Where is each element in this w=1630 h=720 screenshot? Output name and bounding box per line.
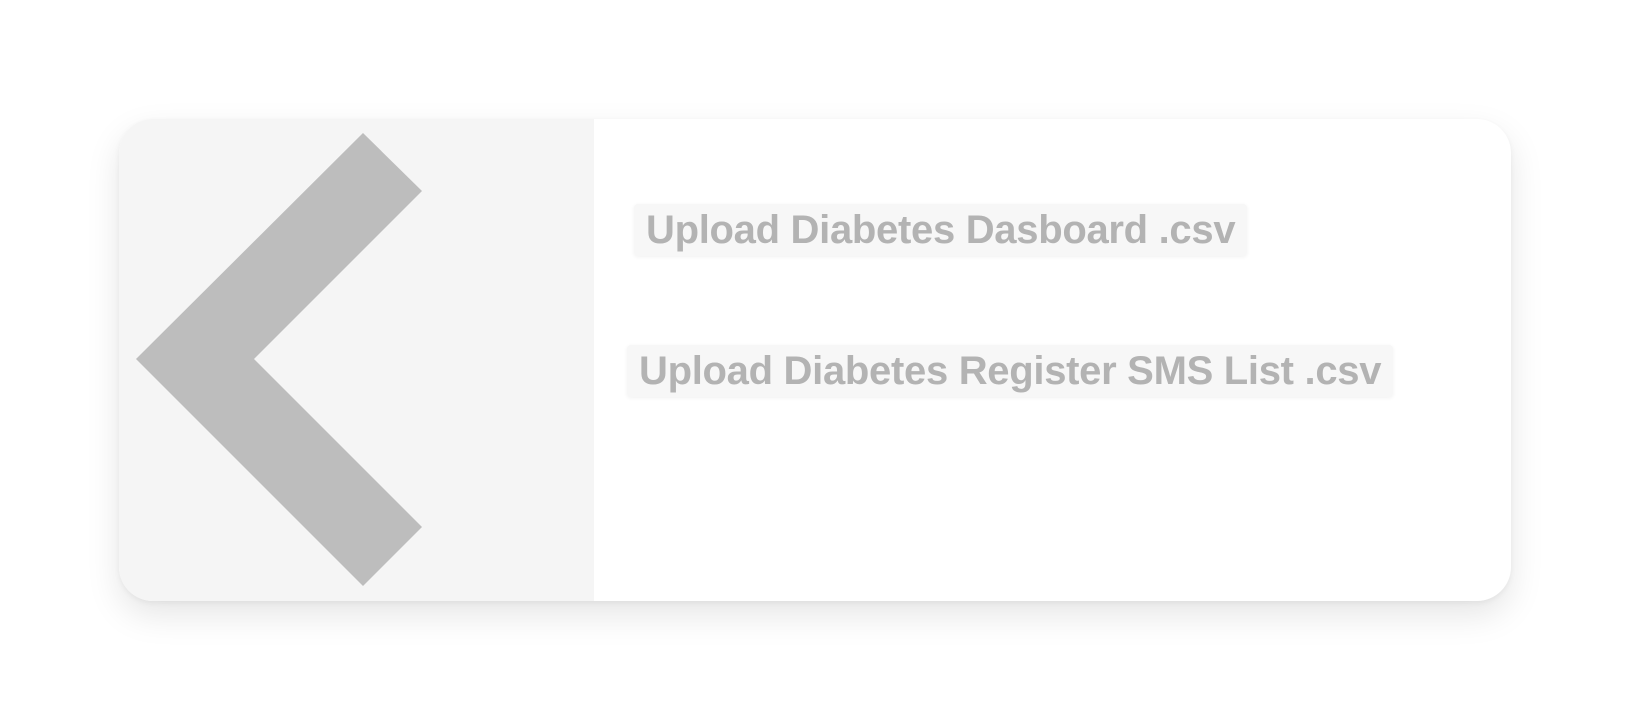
back-button[interactable] (119, 119, 594, 601)
upload-card: Upload Diabetes Dasboard .csv Upload Dia… (119, 119, 1511, 601)
upload-dashboard-csv-button[interactable]: Upload Diabetes Dasboard .csv (634, 204, 1248, 256)
chevron-left-icon (136, 133, 422, 586)
upload-options: Upload Diabetes Dasboard .csv Upload Dia… (594, 119, 1511, 601)
upload-sms-list-csv-button[interactable]: Upload Diabetes Register SMS List .csv (627, 345, 1394, 397)
